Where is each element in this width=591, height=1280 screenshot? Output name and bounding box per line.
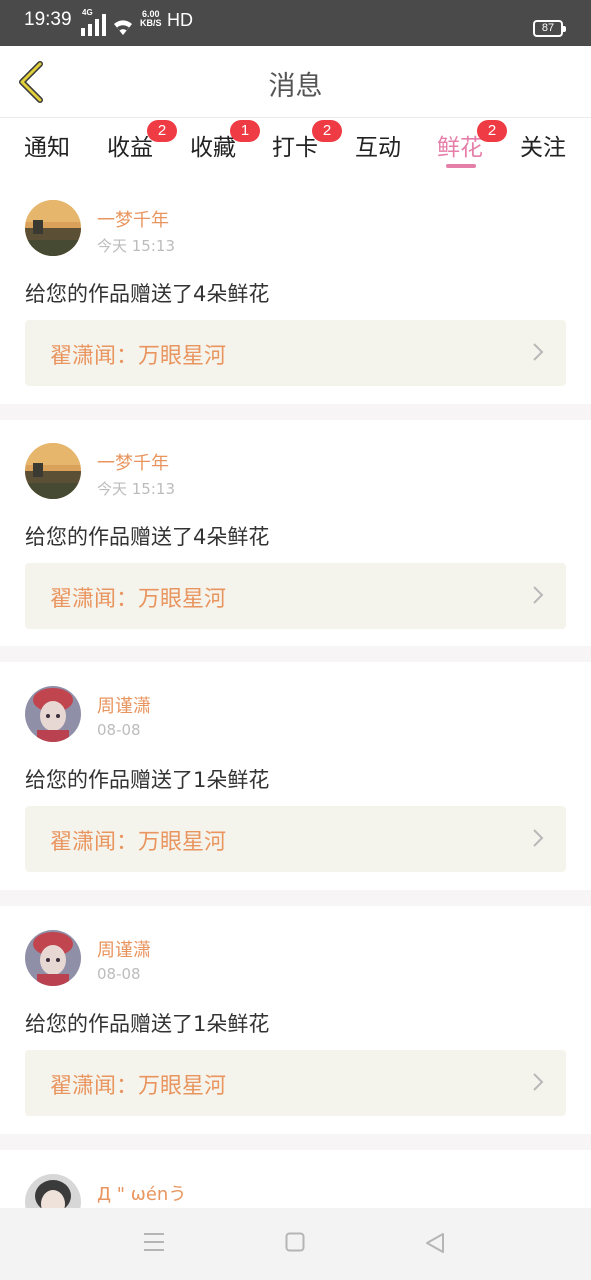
timestamp: 08-08 — [97, 721, 141, 739]
avatar-landscape-image — [25, 200, 81, 256]
card-divider — [0, 1134, 591, 1150]
wifi-icon — [114, 20, 132, 35]
tab-earnings[interactable]: 收益 2 — [107, 120, 177, 162]
tab-checkin[interactable]: 打卡 2 — [272, 120, 342, 162]
work-link[interactable]: 翟潇闻：万眼星河 — [25, 320, 566, 386]
work-link[interactable]: 翟潇闻：万眼星河 — [25, 806, 566, 872]
tab-label: 收藏 — [190, 135, 236, 161]
timestamp: 今天 15:13 — [97, 237, 175, 255]
system-nav-bar — [0, 1208, 591, 1280]
tab-badge: 2 — [147, 120, 177, 142]
tab-label: 收益 — [107, 135, 153, 161]
work-title: 翟潇闻：万眼星河 — [50, 830, 227, 855]
header: 消息 — [0, 46, 591, 118]
hd-indicator: HD — [167, 10, 193, 30]
message-text: 给您的作品赠送了4朵鲜花 — [25, 282, 270, 306]
tab-label: 互动 — [355, 135, 401, 161]
avatar-girl-image — [25, 686, 81, 742]
message-card: 周谨潇 08-08 给您的作品赠送了1朵鲜花 翟潇闻：万眼星河 — [0, 906, 591, 1134]
work-title: 翟潇闻：万眼星河 — [50, 587, 227, 612]
timestamp: 08-08 — [97, 965, 141, 983]
status-time: 19:39 — [24, 9, 72, 30]
card-divider — [0, 404, 591, 420]
back-triangle-icon[interactable] — [425, 1232, 445, 1254]
speed-unit: KB/S — [140, 18, 162, 28]
tab-badge: 2 — [312, 120, 342, 142]
battery-level: 87 — [541, 22, 555, 34]
message-text: 给您的作品赠送了1朵鲜花 — [25, 1012, 270, 1036]
tab-badge: 2 — [477, 120, 507, 142]
tab-label: 打卡 — [272, 135, 318, 161]
username[interactable]: 周谨潇 — [97, 692, 151, 718]
avatar-landscape-image — [25, 443, 81, 499]
signal-icon — [81, 14, 106, 36]
username[interactable]: 一梦千年 — [97, 206, 169, 232]
message-card: Д " ωénう — [0, 1150, 591, 1208]
chevron-right-icon — [533, 343, 544, 361]
message-text: 给您的作品赠送了4朵鲜花 — [25, 525, 270, 549]
message-card: 一梦千年 今天 15:13 给您的作品赠送了4朵鲜花 翟潇闻：万眼星河 — [0, 420, 591, 646]
avatar[interactable] — [25, 686, 81, 742]
tab-label: 关注 — [520, 135, 566, 161]
avatar[interactable] — [25, 1174, 81, 1208]
chevron-right-icon — [533, 1073, 544, 1091]
avatar[interactable] — [25, 930, 81, 986]
tab-label: 鲜花 — [437, 135, 483, 161]
message-text: 给您的作品赠送了1朵鲜花 — [25, 768, 270, 792]
username[interactable]: Д " ωénう — [97, 1180, 186, 1206]
avatar-girl-image — [25, 930, 81, 986]
tab-badge: 1 — [230, 120, 260, 142]
battery-icon: 87 — [533, 20, 566, 37]
tab-notifications[interactable]: 通知 — [24, 128, 70, 162]
status-bar: 19:39 4G 6.00 KB/S HD 87 — [0, 0, 591, 46]
card-divider — [0, 890, 591, 906]
timestamp: 今天 15:13 — [97, 480, 175, 498]
work-link[interactable]: 翟潇闻：万眼星河 — [25, 563, 566, 629]
tab-interactions[interactable]: 互动 — [355, 128, 401, 162]
work-link[interactable]: 翟潇闻：万眼星河 — [25, 1050, 566, 1116]
username[interactable]: 周谨潇 — [97, 936, 151, 962]
page-title: 消息 — [268, 71, 323, 102]
tab-flowers[interactable]: 鲜花 2 — [437, 120, 507, 162]
card-divider — [0, 646, 591, 662]
tab-label: 通知 — [24, 135, 70, 161]
tab-favorites[interactable]: 收藏 1 — [190, 120, 260, 162]
avatar-person-image — [25, 1174, 81, 1208]
home-icon[interactable] — [285, 1232, 305, 1252]
network-speed: 6.00 KB/S — [140, 10, 162, 28]
tab-follows[interactable]: 关注 — [520, 128, 566, 162]
message-card: 一梦千年 今天 15:13 给您的作品赠送了4朵鲜花 翟潇闻：万眼星河 — [0, 180, 591, 404]
active-tab-indicator — [446, 164, 476, 168]
avatar[interactable] — [25, 443, 81, 499]
tab-bar: 通知 收益 2 收藏 1 打卡 2 互动 鲜花 2 关注 — [0, 118, 591, 178]
work-title: 翟潇闻：万眼星河 — [50, 1074, 227, 1099]
avatar[interactable] — [25, 200, 81, 256]
chevron-right-icon — [533, 586, 544, 604]
message-card: 周谨潇 08-08 给您的作品赠送了1朵鲜花 翟潇闻：万眼星河 — [0, 662, 591, 890]
work-title: 翟潇闻：万眼星河 — [50, 344, 227, 369]
menu-icon[interactable] — [143, 1232, 165, 1252]
chevron-right-icon — [533, 829, 544, 847]
username[interactable]: 一梦千年 — [97, 449, 169, 475]
